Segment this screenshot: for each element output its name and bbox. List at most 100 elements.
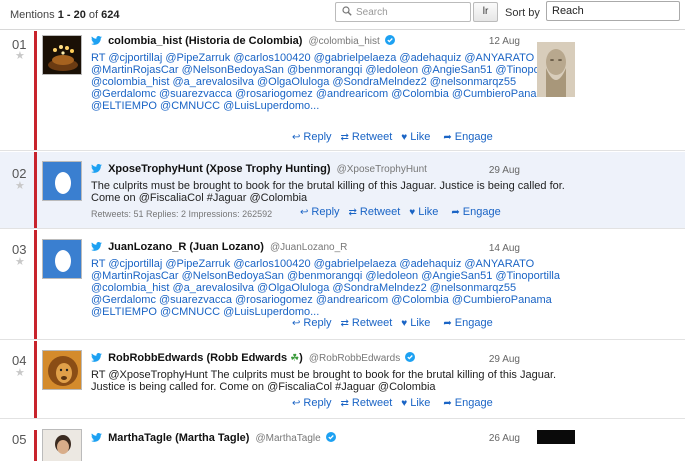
author-name[interactable]: JuanLozano_R (Juan Lozano) <box>108 241 264 253</box>
candles-avatar-image <box>43 36 81 74</box>
mentions-toolbar: Mentions 1 - 20 of 624 lr Sort by Reach <box>0 0 685 30</box>
engage-arrow-icon: ➦ <box>443 398 452 409</box>
mention-header: MarthaTagle (Martha Tagle) @MarthaTagle <box>91 432 535 445</box>
engage-arrow-icon: ➦ <box>443 132 452 143</box>
star-icon[interactable]: ★ <box>15 257 25 268</box>
star-icon[interactable]: ★ <box>15 181 25 192</box>
author-handle[interactable]: @JuanLozano_R <box>270 242 347 253</box>
lion-avatar-image <box>43 351 81 389</box>
mention-number: 02 <box>12 166 27 181</box>
person-avatar-image <box>43 430 81 461</box>
reply-icon: ↩ <box>292 318 301 329</box>
retweet-label: Retweet <box>351 397 393 409</box>
like-label: Like <box>418 206 439 218</box>
author-handle[interactable]: @colombia_hist <box>308 36 379 47</box>
avatar[interactable] <box>42 161 82 201</box>
mention-date: 12 Aug <box>488 36 520 47</box>
sort-label: Sort by <box>505 7 540 19</box>
engage-button[interactable]: ➦ Engage <box>443 131 492 143</box>
engage-label: Engage <box>454 317 493 329</box>
search-icon <box>342 6 352 16</box>
author-handle[interactable]: @XposeTrophyHunt <box>337 164 427 175</box>
twitter-icon <box>91 36 102 45</box>
avatar[interactable] <box>42 429 82 461</box>
author-name[interactable]: RobRobbEdwards (Robb Edwards <box>108 352 287 364</box>
priority-bar <box>34 341 37 418</box>
retweet-label: Retweet <box>359 206 401 218</box>
reply-label: Reply <box>303 397 332 409</box>
engage-button[interactable]: ➦ Engage <box>443 397 492 409</box>
star-icon[interactable]: ★ <box>15 368 25 379</box>
author-name[interactable]: colombia_hist (Historia de Colombia) <box>108 35 302 47</box>
avatar[interactable] <box>42 350 82 390</box>
search-box[interactable] <box>335 2 471 22</box>
engage-arrow-icon: ➦ <box>443 318 452 329</box>
mention-row: 04 ★ RobRobbEdwards (Robb Edwards ☘) @Ro… <box>0 341 685 419</box>
author-handle[interactable]: @RobRobbEdwards <box>309 353 400 364</box>
retweet-button[interactable]: ⇄ Retweet <box>349 206 401 218</box>
mention-text: RT @cjportillaj @PipeZarruk @carlos10042… <box>91 258 560 318</box>
mention-row: 03 ★ JuanLozano_R (Juan Lozano) @JuanLoz… <box>0 230 685 340</box>
retweet-button[interactable]: ⇄ Retweet <box>341 317 393 329</box>
mention-row: 02 ★ XposeTrophyHunt (Xpose Trophy Hunti… <box>0 152 685 229</box>
author-name[interactable]: MarthaTagle (Martha Tagle) <box>108 432 249 444</box>
reply-icon: ↩ <box>292 398 301 409</box>
retweet-label: Retweet <box>351 131 393 143</box>
like-button[interactable]: ♥ Like <box>401 397 430 409</box>
twitter-icon <box>91 353 102 362</box>
media-thumbnail[interactable] <box>537 430 575 444</box>
like-label: Like <box>410 317 431 329</box>
mentions-total: 624 <box>101 9 120 21</box>
mention-date: 26 Aug <box>488 433 520 444</box>
heart-icon: ♥ <box>401 398 408 409</box>
mentions-prefix: Mentions <box>10 9 55 21</box>
mention-actions: ↩ Reply ⇄ Retweet ♥ Like ➦ Engage <box>292 131 502 143</box>
search-go-button[interactable]: lr <box>473 2 498 22</box>
avatar[interactable] <box>42 239 82 279</box>
retweet-label: Retweet <box>351 317 393 329</box>
like-label: Like <box>410 131 431 143</box>
mention-header: colombia_hist (Historia de Colombia) @co… <box>91 35 535 48</box>
priority-bar <box>34 430 37 461</box>
retweet-button[interactable]: ⇄ Retweet <box>341 131 393 143</box>
like-button[interactable]: ♥ Like <box>409 206 438 218</box>
media-thumbnail[interactable] <box>537 42 575 97</box>
like-button[interactable]: ♥ Like <box>401 131 430 143</box>
like-label: Like <box>410 397 431 409</box>
mention-header: RobRobbEdwards (Robb Edwards ☘) @RobRobb… <box>91 352 535 365</box>
reply-button[interactable]: ↩ Reply <box>300 206 340 218</box>
mention-date: 29 Aug <box>488 354 520 365</box>
reply-button[interactable]: ↩ Reply <box>292 397 332 409</box>
mention-text: RT @cjportillaj @PipeZarruk @carlos10042… <box>91 52 560 112</box>
verified-icon <box>325 432 336 442</box>
mention-text: RT @XposeTrophyHunt The culprits must be… <box>91 369 557 393</box>
reply-label: Reply <box>311 206 340 218</box>
reply-button[interactable]: ↩ Reply <box>292 317 332 329</box>
default-egg-avatar <box>43 162 81 200</box>
twitter-icon <box>91 433 102 442</box>
mention-row: 05 MarthaTagle (Martha Tagle) @MarthaTag… <box>0 420 685 461</box>
mention-actions: ↩ Reply ⇄ Retweet ♥ Like ➦ Engage <box>292 397 502 409</box>
avatar[interactable] <box>42 35 82 75</box>
twitter-icon <box>91 242 102 251</box>
priority-bar <box>34 31 37 150</box>
like-button[interactable]: ♥ Like <box>401 317 430 329</box>
reply-button[interactable]: ↩ Reply <box>292 131 332 143</box>
sort-select[interactable]: Reach <box>546 1 680 21</box>
mention-content: colombia_hist (Historia de Colombia) @co… <box>91 35 560 112</box>
engage-button[interactable]: ➦ Engage <box>451 206 500 218</box>
mention-date: 14 Aug <box>488 243 520 254</box>
verified-icon <box>405 352 416 362</box>
star-icon[interactable]: ★ <box>15 51 25 62</box>
retweet-button[interactable]: ⇄ Retweet <box>341 397 393 409</box>
reply-label: Reply <box>303 131 332 143</box>
mention-number: 03 <box>12 242 27 257</box>
mention-header: XposeTrophyHunt (Xpose Trophy Hunting) @… <box>91 163 535 176</box>
retweet-icon: ⇄ <box>340 318 349 329</box>
search-input[interactable] <box>356 5 466 20</box>
mention-actions: ↩ Reply ⇄ Retweet ♥ Like ➦ Engage <box>292 317 502 329</box>
engage-button[interactable]: ➦ Engage <box>443 317 492 329</box>
author-name[interactable]: XposeTrophyHunt (Xpose Trophy Hunting) <box>108 163 330 175</box>
retweet-icon: ⇄ <box>340 132 349 143</box>
author-handle[interactable]: @MarthaTagle <box>256 433 321 444</box>
